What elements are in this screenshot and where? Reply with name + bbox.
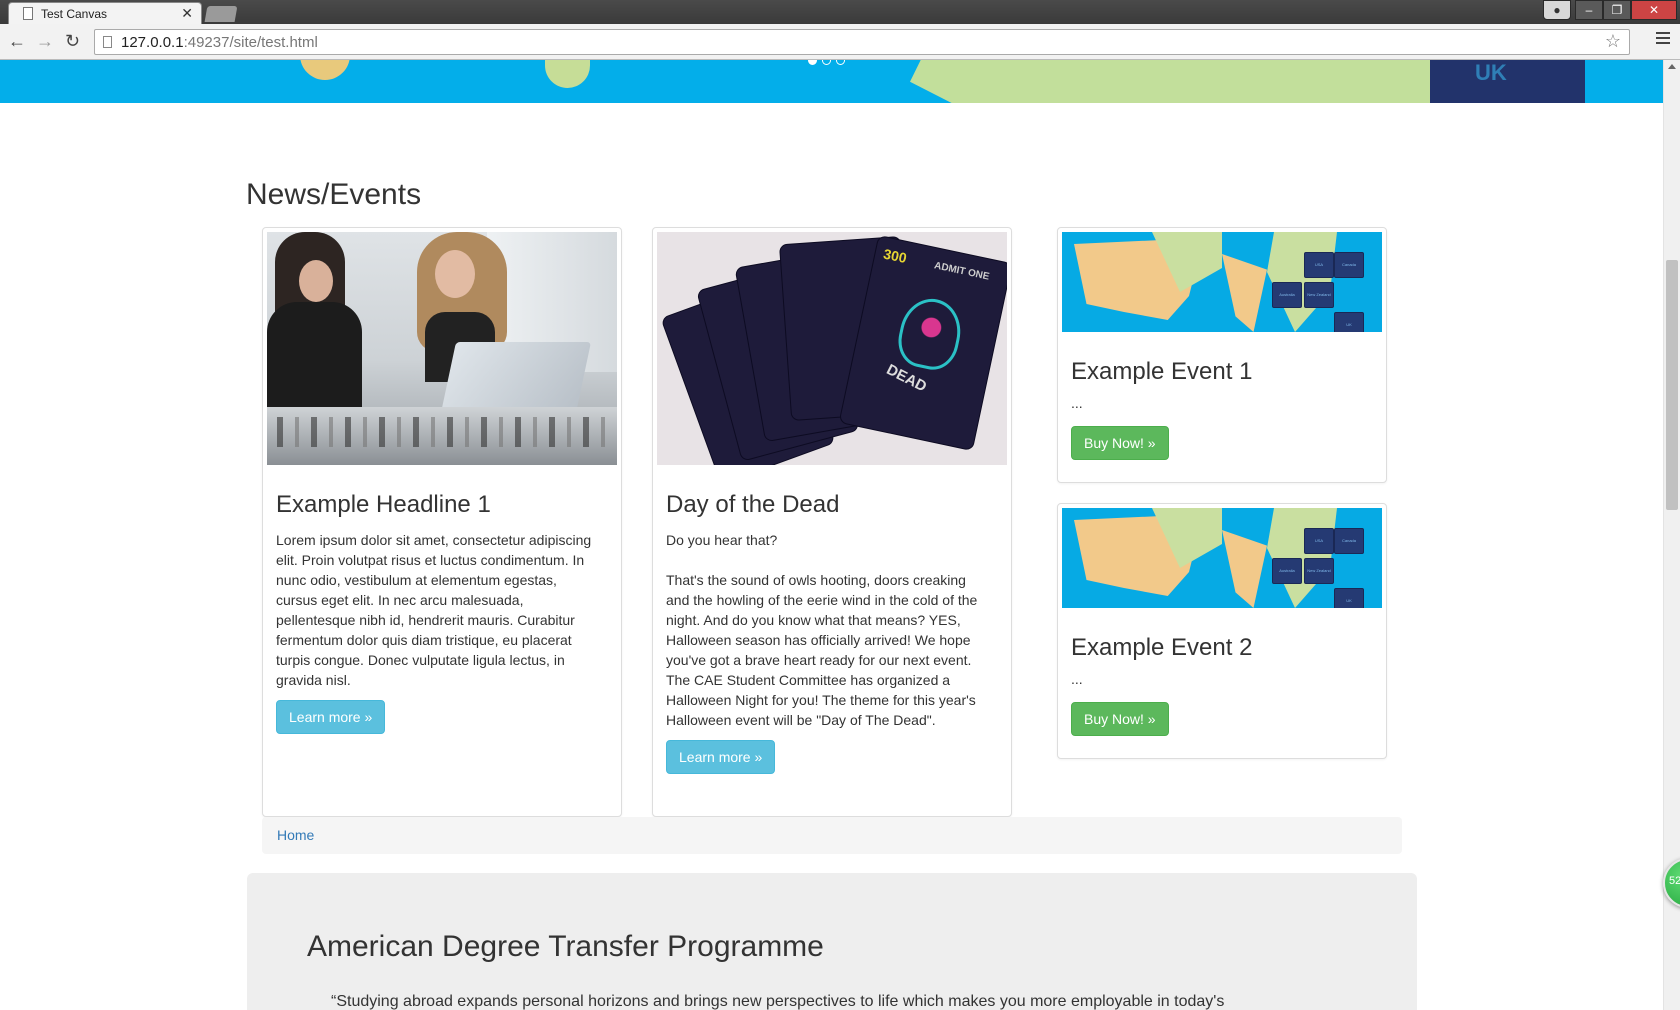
breadcrumb-home-link[interactable]: Home: [277, 827, 314, 843]
uk-tile[interactable]: [1430, 60, 1585, 103]
carousel-dot[interactable]: [836, 60, 845, 65]
address-bar[interactable]: 127.0.0.1:49237/site/test.html ☆: [94, 29, 1630, 55]
scroll-up-icon[interactable]: [1668, 64, 1676, 69]
buy-now-button[interactable]: Buy Now! »: [1071, 426, 1169, 460]
map-tile: USA: [1304, 252, 1334, 278]
sugar-skull-icon: [893, 293, 967, 375]
page-viewport: UK News/Events Example Headline 1 Lorem …: [0, 60, 1663, 1010]
buy-now-button[interactable]: Buy Now! »: [1071, 702, 1169, 736]
event-body: ...: [1071, 671, 1083, 687]
restore-button[interactable]: ❐: [1603, 0, 1631, 20]
map-land: [545, 60, 590, 88]
admit-one-text: ADMIT ONE: [933, 260, 991, 283]
article-title: Day of the Dead: [666, 491, 840, 518]
browser-titlebar: Test Canvas ✕ ● – ❐ ✕: [0, 0, 1680, 24]
map-tile: UK: [1334, 312, 1364, 332]
event-card: USA Canada Australia New Zealand UK Exam…: [1057, 503, 1387, 759]
event-title: Example Event 1: [1071, 358, 1253, 385]
bookmark-star-icon[interactable]: ☆: [1605, 31, 1621, 52]
programme-quote: “Studying abroad expands personal horizo…: [331, 993, 1225, 1010]
learn-more-button[interactable]: Learn more »: [666, 740, 776, 774]
map-tile: New Zealand: [1304, 282, 1334, 308]
event-map-image: USA Canada Australia New Zealand UK: [1062, 508, 1382, 608]
map-tile: New Zealand: [1304, 558, 1334, 584]
carousel-dot[interactable]: [808, 60, 817, 65]
page-icon: [23, 7, 33, 20]
map-tile: USA: [1304, 528, 1334, 554]
carousel-dot[interactable]: [822, 60, 831, 65]
hero-carousel: UK: [0, 60, 1663, 103]
minimize-button[interactable]: –: [1575, 0, 1603, 20]
programme-title: American Degree Transfer Programme: [307, 930, 824, 963]
breadcrumb: Home: [262, 817, 1402, 854]
back-arrow-icon[interactable]: ←: [8, 31, 26, 51]
map-tile: Australia: [1272, 282, 1302, 308]
uk-label: UK: [1475, 60, 1507, 85]
event-title: Example Event 2: [1071, 634, 1253, 661]
document-icon: [103, 36, 112, 48]
user-profile-icon[interactable]: ●: [1543, 0, 1571, 20]
map-tile: UK: [1334, 588, 1364, 608]
map-tile: Australia: [1272, 558, 1302, 584]
article-body: That's the sound of owls hooting, doors …: [666, 572, 978, 728]
scrollbar-thumb[interactable]: [1666, 260, 1678, 510]
article-image: 300 ADMIT ONE DEAD: [657, 232, 1007, 465]
browser-toolbar: ← → ↻ 127.0.0.1:49237/site/test.html ☆: [0, 24, 1680, 60]
browser-tab-active[interactable]: Test Canvas ✕: [8, 2, 202, 24]
programme-jumbotron: American Degree Transfer Programme “Stud…: [247, 873, 1417, 1010]
tab-close-icon[interactable]: ✕: [181, 5, 193, 22]
forward-arrow-icon[interactable]: →: [36, 31, 54, 51]
reload-icon[interactable]: ↻: [65, 31, 80, 51]
article-title: Example Headline 1: [276, 491, 491, 518]
url-text: 127.0.0.1:49237/site/test.html: [121, 34, 318, 51]
section-title: News/Events: [246, 178, 422, 211]
event-card: USA Canada Australia New Zealand UK Exam…: [1057, 227, 1387, 483]
map-tile: Canada: [1334, 252, 1364, 278]
article-image: [267, 232, 617, 465]
article-card: 300 ADMIT ONE DEAD Day of the Dead Do yo…: [652, 227, 1012, 817]
card-number: 300: [882, 245, 909, 267]
new-tab-button[interactable]: [204, 6, 238, 22]
browser-menu-icon[interactable]: [1656, 32, 1670, 47]
article-intro: Do you hear that?: [666, 532, 778, 548]
map-land: [910, 60, 1430, 103]
carousel-indicators: [808, 60, 845, 65]
map-land: [300, 60, 350, 80]
article-body: Lorem ipsum dolor sit amet, consectetur …: [276, 532, 592, 688]
learn-more-button[interactable]: Learn more »: [276, 700, 386, 734]
map-tile: Canada: [1334, 528, 1364, 554]
article-card: Example Headline 1 Lorem ipsum dolor sit…: [262, 227, 622, 817]
close-window-button[interactable]: ✕: [1631, 0, 1677, 20]
event-body: ...: [1071, 395, 1083, 411]
tab-title: Test Canvas: [41, 7, 108, 21]
event-map-image: USA Canada Australia New Zealand UK: [1062, 232, 1382, 332]
